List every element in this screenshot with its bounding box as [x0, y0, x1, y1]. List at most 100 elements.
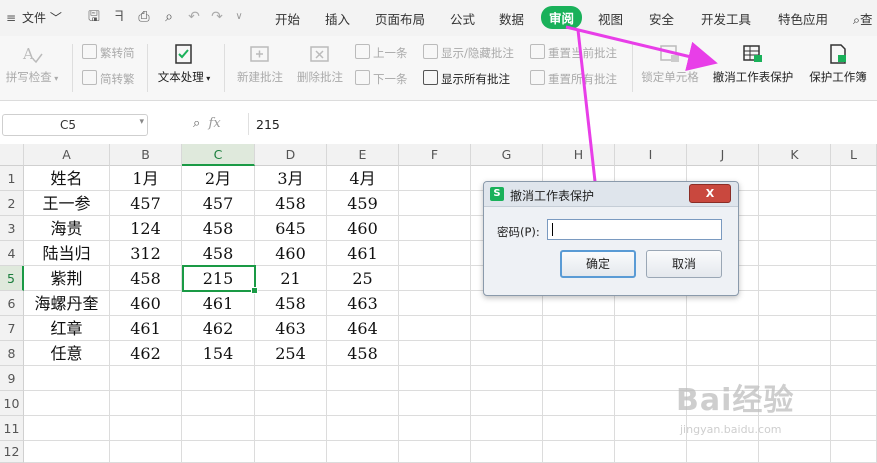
cell[interactable]: 463 — [327, 291, 399, 316]
redo-icon[interactable]: ↷ — [208, 8, 226, 26]
cell[interactable] — [255, 366, 327, 391]
new-comment-button[interactable]: 新建批注 — [232, 42, 288, 85]
cell[interactable] — [24, 441, 110, 463]
row-header[interactable]: 1 — [0, 166, 24, 191]
cell[interactable] — [471, 316, 543, 341]
cell[interactable]: 姓名 — [24, 166, 110, 191]
select-all-corner[interactable] — [0, 144, 24, 166]
cell[interactable] — [543, 366, 615, 391]
file-menu[interactable]: 文件 ﹀ — [22, 9, 62, 26]
cell[interactable] — [831, 266, 877, 291]
cell[interactable]: 1月 — [110, 166, 182, 191]
cell[interactable]: 464 — [327, 316, 399, 341]
column-header[interactable]: F — [399, 144, 471, 166]
cell[interactable] — [471, 441, 543, 463]
cell[interactable]: 紫荆 — [24, 266, 110, 291]
cell[interactable]: 459 — [327, 191, 399, 216]
cell[interactable]: 460 — [327, 216, 399, 241]
cell[interactable] — [399, 166, 471, 191]
next-comment-button[interactable]: 下一条 — [355, 70, 408, 87]
cell[interactable] — [471, 366, 543, 391]
cell[interactable] — [831, 216, 877, 241]
cell[interactable] — [831, 191, 877, 216]
cell[interactable] — [687, 441, 759, 463]
row-header[interactable]: 3 — [0, 216, 24, 241]
cell[interactable] — [759, 341, 831, 366]
cell[interactable] — [24, 391, 110, 416]
tab-insert[interactable]: 插入 — [325, 9, 350, 28]
cell[interactable]: 124 — [110, 216, 182, 241]
fx-icon[interactable]: fx — [209, 116, 221, 131]
cell[interactable] — [182, 366, 255, 391]
cell[interactable] — [399, 191, 471, 216]
cell[interactable] — [399, 316, 471, 341]
cell[interactable] — [615, 316, 687, 341]
tab-special[interactable]: 特色应用 — [778, 9, 828, 28]
cell[interactable] — [471, 416, 543, 441]
cell[interactable] — [543, 341, 615, 366]
column-header[interactable]: A — [24, 144, 110, 166]
cell[interactable]: 460 — [110, 291, 182, 316]
tab-view[interactable]: 视图 — [598, 9, 623, 28]
cell[interactable] — [543, 441, 615, 463]
cell[interactable] — [110, 441, 182, 463]
cell[interactable]: 海螺丹奎 — [24, 291, 110, 316]
protect-workbook-button[interactable]: 保护工作簿 — [803, 42, 873, 85]
cell[interactable] — [831, 341, 877, 366]
format-painter-icon[interactable]: ᖷ — [110, 8, 128, 26]
lock-cell-button[interactable]: 锁定单元格 — [638, 42, 702, 85]
cell[interactable] — [327, 416, 399, 441]
cell[interactable] — [255, 441, 327, 463]
cell[interactable]: 254 — [255, 341, 327, 366]
cell[interactable] — [543, 316, 615, 341]
tab-data[interactable]: 数据 — [499, 9, 524, 28]
show-all-comments-button[interactable]: 显示所有批注 — [423, 70, 510, 87]
cell[interactable] — [399, 291, 471, 316]
column-header[interactable]: D — [255, 144, 327, 166]
cell[interactable] — [759, 266, 831, 291]
tab-developer[interactable]: 开发工具 — [701, 9, 751, 28]
cell[interactable]: 457 — [110, 191, 182, 216]
name-box[interactable]: C5 ▾ — [2, 114, 148, 136]
close-icon[interactable]: X — [689, 184, 731, 203]
row-header[interactable]: 2 — [0, 191, 24, 216]
cell[interactable] — [24, 416, 110, 441]
row-header[interactable]: 12 — [0, 441, 24, 463]
cell[interactable]: 457 — [182, 191, 255, 216]
cell[interactable] — [615, 416, 687, 441]
cell[interactable] — [831, 241, 877, 266]
delete-comment-button[interactable]: 删除批注 — [292, 42, 348, 85]
cell[interactable]: 2月 — [182, 166, 255, 191]
cell[interactable] — [687, 341, 759, 366]
cell[interactable] — [831, 391, 877, 416]
search-tab[interactable]: ⌕查 — [853, 9, 873, 28]
column-header[interactable]: K — [759, 144, 831, 166]
cell[interactable] — [399, 391, 471, 416]
cell[interactable] — [24, 366, 110, 391]
cell[interactable]: 460 — [255, 241, 327, 266]
cell[interactable] — [831, 316, 877, 341]
cell[interactable]: 461 — [327, 241, 399, 266]
print-icon[interactable]: ⎙ — [135, 8, 153, 26]
cell[interactable]: 陆当归 — [24, 241, 110, 266]
ok-button[interactable]: 确定 — [560, 250, 636, 278]
cell[interactable]: 458 — [255, 191, 327, 216]
column-header[interactable]: B — [110, 144, 182, 166]
row-header[interactable]: 4 — [0, 241, 24, 266]
simp-to-trad-button[interactable]: 简转繁 — [82, 70, 135, 87]
cell[interactable]: 458 — [182, 241, 255, 266]
cell[interactable] — [831, 291, 877, 316]
column-header[interactable]: G — [471, 144, 543, 166]
cell[interactable]: 462 — [110, 341, 182, 366]
cell[interactable] — [182, 416, 255, 441]
cell[interactable] — [615, 341, 687, 366]
cell[interactable] — [471, 391, 543, 416]
cell[interactable] — [182, 391, 255, 416]
cell[interactable] — [327, 366, 399, 391]
formula-input[interactable] — [248, 113, 877, 135]
cell[interactable] — [759, 441, 831, 463]
column-header[interactable]: C — [182, 144, 255, 166]
column-header[interactable]: J — [687, 144, 759, 166]
cell[interactable] — [543, 391, 615, 416]
cell[interactable] — [831, 416, 877, 441]
